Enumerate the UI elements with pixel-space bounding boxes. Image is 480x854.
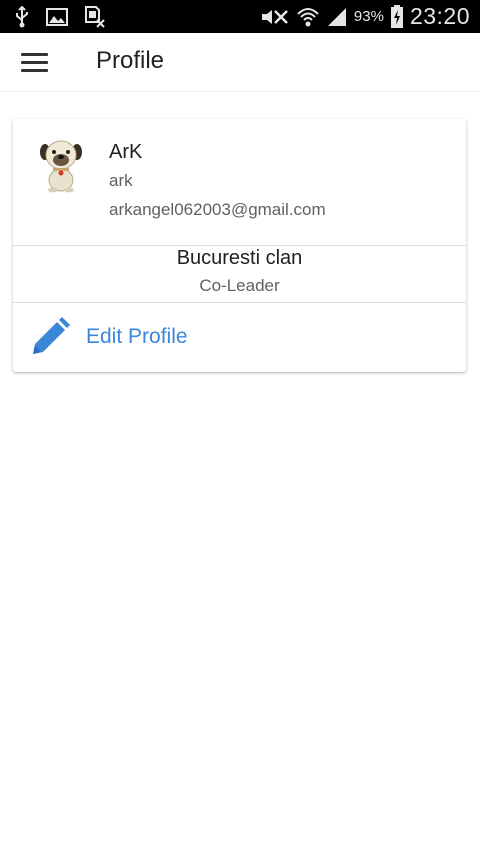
clan-name: Bucuresti clan xyxy=(176,247,303,269)
battery-percent: 93% xyxy=(353,8,384,25)
hamburger-menu-icon[interactable] xyxy=(14,44,54,80)
edit-profile-label: Edit Profile xyxy=(86,325,188,348)
usb-icon xyxy=(14,5,30,28)
edit-profile-button[interactable]: Edit Profile xyxy=(13,303,466,372)
status-time: 23:20 xyxy=(409,3,470,29)
user-name: ArK xyxy=(109,141,143,163)
page-title: Profile xyxy=(96,47,165,74)
pencil-icon xyxy=(29,316,71,358)
status-bar: 93% 23:20 xyxy=(0,0,480,33)
user-email: arkangel062003@gmail.com xyxy=(109,200,326,219)
wifi-icon xyxy=(296,6,320,28)
dog-avatar-icon xyxy=(40,139,82,193)
sim-x-icon xyxy=(84,5,106,28)
signal-icon xyxy=(326,7,348,27)
status-right-icons: 93% 23:20 xyxy=(260,2,470,31)
status-left-icons xyxy=(14,4,106,29)
user-handle: ark xyxy=(109,171,133,190)
app-bar: Profile xyxy=(0,33,480,92)
image-icon xyxy=(46,7,68,26)
divider xyxy=(13,245,466,246)
mute-icon xyxy=(260,7,290,27)
clan-role: Co-Leader xyxy=(199,276,280,295)
battery-charging-icon xyxy=(390,4,404,29)
profile-card: ArK ark arkangel062003@gmail.com Bucures… xyxy=(13,119,466,372)
